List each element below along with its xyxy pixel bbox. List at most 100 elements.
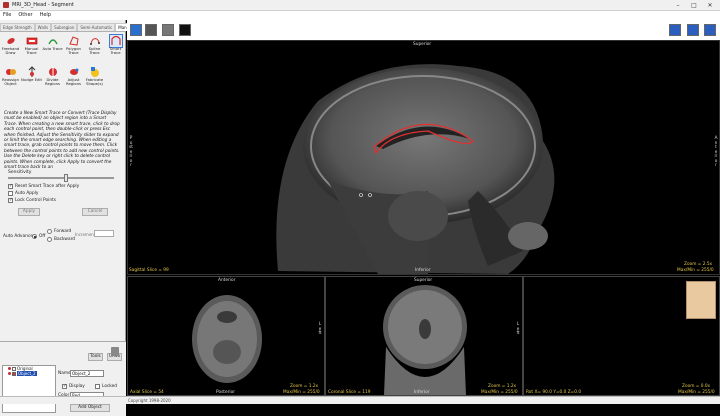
title-bar: MRI_3D_Head - Segment – □ ✕ xyxy=(0,0,720,11)
tab-subregion[interactable]: Subregion xyxy=(51,23,78,31)
menu-bar: File Other Help xyxy=(0,11,720,20)
tool-label: Manual Trace xyxy=(24,46,39,56)
app-window: MRI_3D_Head - Segment – □ ✕ File Other H… xyxy=(0,0,720,416)
tool-label: Fabricate Shape(s) xyxy=(85,77,104,87)
tab-semi-automatic[interactable]: Semi-Automatic xyxy=(77,23,116,31)
nudge-edit-button[interactable]: Nudge Edit xyxy=(21,65,42,96)
slider-track xyxy=(8,177,114,179)
axial-view[interactable]: Anterior Posterior Left Axial Slice = 54… xyxy=(127,276,325,396)
manual-trace-button[interactable]: Manual Trace xyxy=(21,34,42,65)
slider-thumb[interactable] xyxy=(64,174,68,182)
object-name: Object_2 xyxy=(17,371,37,376)
sagittal-zoom-label: Zoom = 2.5x xyxy=(684,262,713,267)
radio-label: Off xyxy=(39,234,46,239)
coronal-bottom-label: Inferior xyxy=(414,390,430,395)
minimize-button[interactable]: – xyxy=(670,0,686,11)
radio-label: Forward xyxy=(54,229,72,234)
name-label: Name xyxy=(58,371,71,376)
fabricate-shapes-button[interactable]: Fabricate Shape(s) xyxy=(84,65,105,96)
apply-button[interactable]: Apply xyxy=(18,208,40,216)
close-button[interactable]: ✕ xyxy=(702,0,718,11)
reassign-object-button[interactable]: Reassign Object xyxy=(0,65,21,96)
axial-slice-label: Axial Slice = 54 xyxy=(130,390,164,395)
3d-zoom-label: Zoom = 0.0x xyxy=(682,384,711,389)
increment-input[interactable] xyxy=(94,230,114,237)
axial-bottom-label: Posterior xyxy=(216,390,235,395)
freehand-draw-button[interactable]: Freehand Draw xyxy=(0,34,21,65)
auto-trace-button[interactable]: Auto Trace xyxy=(42,34,63,65)
layout-icon[interactable] xyxy=(130,24,142,36)
axial-top-label: Anterior xyxy=(218,278,236,283)
coronal-right-label: Left xyxy=(516,321,520,335)
tool-label: Nudge Edit xyxy=(21,77,42,82)
maximize-button[interactable]: □ xyxy=(686,0,702,11)
radio-dot xyxy=(47,237,52,242)
info-icon[interactable] xyxy=(704,24,716,36)
spline-trace-button[interactable]: Spline Trace xyxy=(84,34,105,65)
adjust-regions-button[interactable]: Adjust Regions xyxy=(63,65,84,96)
coronal-view[interactable]: Superior Inferior Left Coronal Slice = 1… xyxy=(325,276,523,396)
settings-icon[interactable] xyxy=(687,24,699,36)
sagittal-minmax-label: Max/Min = 255/0 xyxy=(677,268,714,273)
visibility-icon[interactable] xyxy=(8,367,11,370)
menu-help[interactable]: Help xyxy=(40,11,51,20)
auto-advance-off-radio[interactable]: Off xyxy=(32,234,45,239)
tab-edge-strength[interactable]: Edge Strength xyxy=(0,23,35,31)
auto-apply-checkbox[interactable]: Auto Apply xyxy=(8,191,38,196)
checkbox-label: Lock Control Points xyxy=(15,198,56,203)
trash-icon[interactable] xyxy=(111,347,119,356)
polygon-trace-button[interactable]: Polygon Trace xyxy=(63,34,84,65)
tool-label: Reassign Object xyxy=(2,77,19,87)
3d-coords-label: Rot X= 90.0 Y=0.0 Z=0.0 xyxy=(526,390,582,395)
checkbox-box xyxy=(8,191,13,196)
sagittal-slice-label: Sagittal Slice = 99 xyxy=(129,268,169,273)
locked-checkbox[interactable]: Locked xyxy=(95,384,117,389)
auto-advance-label: Auto Advance xyxy=(3,234,33,239)
divide-regions-button[interactable]: Divide Regions xyxy=(42,65,63,96)
checkbox-box xyxy=(95,384,100,389)
sagittal-left-label: Posterior xyxy=(129,135,133,167)
image-viewer: Superior Inferior Posterior Anterior Sag… xyxy=(127,20,720,396)
add-object-button[interactable]: Add Object xyxy=(70,404,110,412)
axial-minmax-label: Max/Min = 255/0 xyxy=(283,390,320,395)
coronal-slice-label: Coronal Slice = 119 xyxy=(328,390,371,395)
color-swatch xyxy=(12,366,16,371)
tool-label: Freehand Draw xyxy=(1,46,20,56)
cancel-button[interactable]: Cancel xyxy=(82,208,108,216)
tool-label: Smart Trace xyxy=(109,46,122,56)
checkbox-label: Locked xyxy=(102,384,118,389)
visibility-icon[interactable] xyxy=(8,372,11,375)
display-checkbox[interactable]: ✓ Display xyxy=(62,384,85,389)
reset-smart-trace-checkbox[interactable]: ✓ Reset Smart Trace after Apply xyxy=(8,184,79,189)
sagittal-top-label: Superior xyxy=(413,42,432,47)
radio-label: Backward xyxy=(54,237,75,242)
brain-view-icon[interactable] xyxy=(145,24,157,36)
menu-file[interactable]: File xyxy=(3,11,11,20)
head-view-icon[interactable] xyxy=(162,24,174,36)
lock-control-points-checkbox[interactable]: ✓ Lock Control Points xyxy=(8,198,56,203)
menu-other[interactable]: Other xyxy=(18,11,32,20)
sagittal-view[interactable]: Superior Inferior Posterior Anterior Sag… xyxy=(127,40,720,275)
auto-advance-forward-radio[interactable]: Forward xyxy=(47,229,71,234)
export-icon[interactable] xyxy=(669,24,681,36)
smart-trace-button[interactable]: Smart Trace xyxy=(105,34,126,65)
auto-advance-backward-radio[interactable]: Backward xyxy=(47,237,75,242)
name-field[interactable]: Object_2 xyxy=(70,370,104,377)
tool-panel: Edge Strength Walls Subregion Semi-Autom… xyxy=(0,20,136,416)
screen-view-icon[interactable] xyxy=(179,24,191,36)
checkbox-label: Reset Smart Trace after Apply xyxy=(15,184,80,189)
axial-right-label: Left xyxy=(318,321,322,335)
tool-row-2: Reassign Object Nudge Edit Divide Region… xyxy=(0,65,126,96)
tool-grid: Freehand Draw Manual Trace Auto Trace Po… xyxy=(0,34,126,96)
tab-walls[interactable]: Walls xyxy=(34,23,52,31)
tools-button[interactable]: Tools xyxy=(88,353,103,361)
sagittal-image xyxy=(276,64,555,274)
sagittal-right-label: Anterior xyxy=(714,135,718,167)
3d-view[interactable]: Rot X= 90.0 Y=0.0 Z=0.0 Zoom = 0.0x Max/… xyxy=(523,276,720,396)
color-swatch xyxy=(12,371,16,376)
tool-label: Polygon Trace xyxy=(66,46,81,56)
object-item-object-2[interactable]: Object_2 xyxy=(3,371,55,376)
sensitivity-slider[interactable] xyxy=(8,174,114,182)
checkbox-label: Display xyxy=(69,384,85,389)
3d-minmax-label: Max/Min = 255/0 xyxy=(678,390,715,395)
